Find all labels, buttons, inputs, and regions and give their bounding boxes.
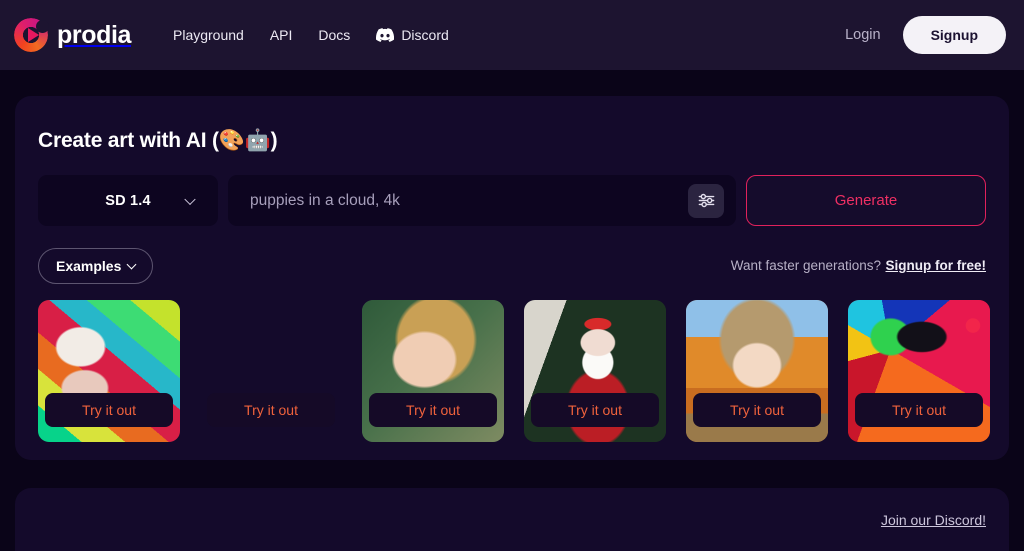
site-footer: Join our Discord! xyxy=(15,488,1009,551)
discord-icon xyxy=(376,28,395,42)
example-card-blonde-woman-portrait[interactable]: Try it out xyxy=(362,300,504,442)
nav-item-api[interactable]: API xyxy=(270,27,293,43)
nav-label: Docs xyxy=(318,27,351,43)
page-title: Create art with AI (🎨🤖) xyxy=(38,129,278,152)
examples-row: Examples Want faster generations? Signup… xyxy=(38,248,986,284)
header-actions: Login Signup xyxy=(845,16,1006,54)
prompt-field-wrapper xyxy=(228,175,736,226)
example-thumbnails: Try it out Try it out Try it out Try it … xyxy=(38,300,990,442)
signup-for-free-link[interactable]: Signup for free! xyxy=(886,258,987,273)
try-it-out-button[interactable]: Try it out xyxy=(207,393,335,427)
prodia-play-logo-icon xyxy=(14,18,49,52)
chevron-down-icon xyxy=(126,259,137,269)
site-header: prodia Playground API Docs Discord Login… xyxy=(0,0,1024,70)
main-nav: Playground API Docs Discord xyxy=(173,27,449,43)
generate-button[interactable]: Generate xyxy=(746,175,986,226)
brand-name: prodia xyxy=(57,20,131,49)
try-it-out-button[interactable]: Try it out xyxy=(45,393,173,427)
nav-label: Discord xyxy=(401,27,449,43)
sliders-icon xyxy=(698,193,714,208)
example-card-psychedelic-mushroom-landscape[interactable]: Try it out xyxy=(848,300,990,442)
examples-dropdown-button[interactable]: Examples xyxy=(38,248,154,284)
nav-item-docs[interactable]: Docs xyxy=(318,27,350,43)
examples-label: Examples xyxy=(56,258,122,274)
nav-label: API xyxy=(269,27,293,43)
try-it-out-button[interactable]: Try it out xyxy=(693,393,821,427)
settings-button[interactable] xyxy=(688,183,724,218)
model-select[interactable]: SD 1.4 xyxy=(38,175,218,226)
try-it-out-button[interactable]: Try it out xyxy=(531,393,659,427)
model-select-value: SD 1.4 xyxy=(105,192,151,209)
example-card-anime-girl-autumn[interactable]: Try it out xyxy=(686,300,828,442)
playground-card: Create art with AI (🎨🤖) SD 1.4 Generate xyxy=(15,96,1009,460)
try-it-out-button[interactable]: Try it out xyxy=(369,393,497,427)
signup-button[interactable]: Signup xyxy=(902,16,1006,54)
prompt-row: SD 1.4 Generate xyxy=(38,175,986,226)
brand-logo[interactable]: prodia xyxy=(14,18,131,52)
example-card-colorful-painted-woman-portrait[interactable]: Try it out xyxy=(38,300,180,442)
nav-label: Playground xyxy=(173,27,244,43)
chevron-down-icon xyxy=(184,193,196,205)
join-discord-link[interactable]: Join our Discord! xyxy=(881,512,986,528)
prompt-input[interactable] xyxy=(250,191,688,210)
nav-item-discord[interactable]: Discord xyxy=(376,27,449,43)
faster-generations-text: Want faster generations? xyxy=(730,258,882,273)
example-card-astronaut-on-horse-moon[interactable]: Try it out xyxy=(200,300,342,442)
faster-generations-note: Want faster generations? Signup for free… xyxy=(731,257,986,275)
nav-item-playground[interactable]: Playground xyxy=(173,27,244,43)
login-link[interactable]: Login xyxy=(845,27,880,43)
example-card-santa-claus-christmas-tree[interactable]: Try it out xyxy=(524,300,666,442)
try-it-out-button[interactable]: Try it out xyxy=(855,393,983,427)
